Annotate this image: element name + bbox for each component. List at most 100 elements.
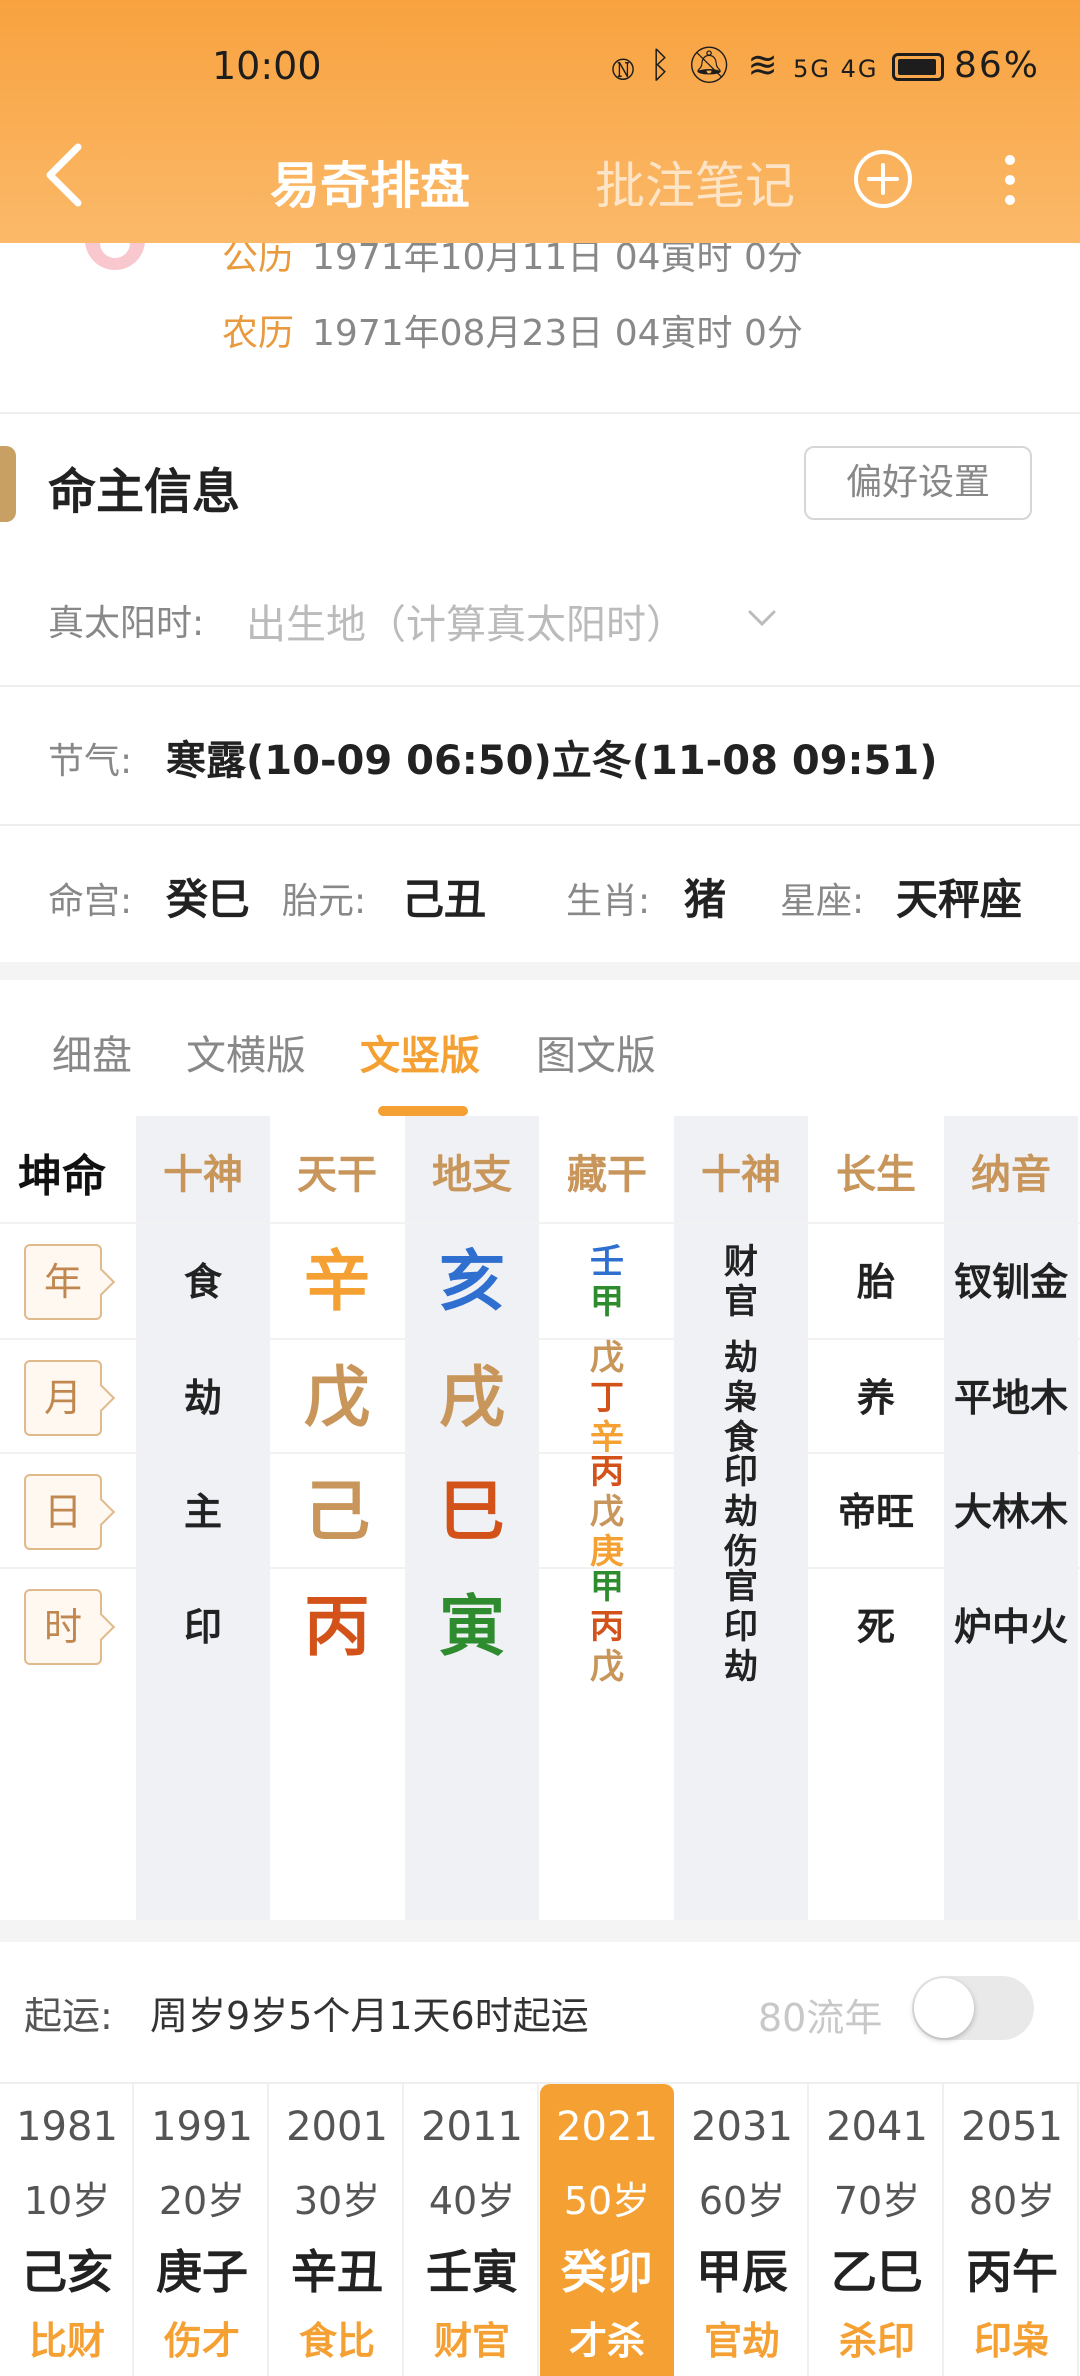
tab-3[interactable]: 图文版 bbox=[536, 1023, 656, 1081]
dayun-age: 80岁 bbox=[968, 2179, 1056, 2223]
dayun-year: 2051 bbox=[961, 2104, 1063, 2150]
status-icons: Ⓝ ᛒ 🔕︎ ≋ 5G 4G 86% bbox=[612, 44, 1040, 86]
dayun-year: 1991 bbox=[151, 2104, 253, 2150]
dayun-item[interactable]: 2021 50岁 癸卯 才杀 bbox=[540, 2084, 674, 2376]
taiyuan-label: 胎元: bbox=[282, 881, 367, 922]
dayun-year: 2041 bbox=[826, 2104, 928, 2150]
divider bbox=[0, 824, 1080, 826]
dayun-age: 70岁 bbox=[833, 2179, 921, 2223]
dayun-item[interactable]: 2041 70岁 乙巳 杀印 bbox=[810, 2084, 944, 2376]
back-arrow-icon[interactable] bbox=[36, 135, 96, 215]
changsheng-cell: 养 bbox=[856, 1375, 895, 1420]
divider bbox=[0, 412, 1080, 414]
changsheng-cell: 帝旺 bbox=[837, 1489, 914, 1534]
shishen-cell: 主 bbox=[183, 1489, 222, 1534]
tab-2[interactable]: 文竖版 bbox=[360, 1023, 480, 1081]
dayun-ganzhi: 甲辰 bbox=[696, 2245, 788, 2299]
changsheng-cell: 死 bbox=[856, 1604, 895, 1649]
dayun-shishen: 食比 bbox=[298, 2319, 375, 2363]
divider bbox=[0, 685, 1080, 687]
tiangan-cell: 丙 bbox=[304, 1587, 370, 1665]
dayun-shishen: 财官 bbox=[433, 2319, 510, 2363]
header-canggan: 藏干 bbox=[567, 1152, 647, 1198]
canggan-char: 戊 bbox=[590, 1491, 624, 1532]
dayun-age: 10岁 bbox=[23, 2179, 111, 2223]
chevron-down-icon[interactable] bbox=[742, 598, 782, 638]
bluetooth-icon: ᛒ bbox=[649, 45, 673, 86]
dayun-item[interactable]: 1991 20岁 庚子 伤才 bbox=[135, 2084, 269, 2376]
tiangan-cell: 己 bbox=[304, 1472, 370, 1550]
header-dizhi: 地支 bbox=[432, 1152, 512, 1198]
more-options-icon[interactable] bbox=[990, 150, 1030, 210]
minggong-label: 命宫: bbox=[48, 881, 133, 922]
dayun-age: 40岁 bbox=[428, 2179, 516, 2223]
shishen2-char: 劫 bbox=[724, 1491, 758, 1532]
dayun-age: 30岁 bbox=[293, 2179, 381, 2223]
canggan-char: 戊 bbox=[590, 1337, 624, 1378]
header-tiangan: 天干 bbox=[297, 1152, 377, 1198]
nayin-cell: 大林木 bbox=[953, 1489, 1068, 1534]
add-icon[interactable] bbox=[852, 148, 914, 210]
battery-level: 86% bbox=[953, 45, 1040, 86]
dayun-ganzhi: 癸卯 bbox=[561, 2245, 653, 2299]
taiyuan-value: 己丑 bbox=[402, 875, 487, 924]
shishen2-char: 伤 bbox=[724, 1531, 758, 1572]
nfc-icon: Ⓝ bbox=[612, 45, 636, 86]
shengxiao-value: 猪 bbox=[684, 875, 727, 924]
nayin-cell: 钗钏金 bbox=[953, 1259, 1068, 1304]
dayun-item[interactable]: 1981 10岁 己亥 比财 bbox=[0, 2084, 134, 2376]
canggan-char: 丁 bbox=[590, 1377, 624, 1418]
dayun-item[interactable]: 2011 40岁 壬寅 财官 bbox=[405, 2084, 539, 2376]
dayun-item[interactable]: 2051 80岁 丙午 印枭 bbox=[945, 2084, 1079, 2376]
signal-icon: 5G 4G bbox=[793, 55, 879, 83]
tiangan-cell: 辛 bbox=[304, 1242, 370, 1320]
canggan-char: 丙 bbox=[590, 1451, 624, 1492]
pillar-label: 日 bbox=[24, 1473, 102, 1550]
canggan-char: 戊 bbox=[590, 1646, 624, 1687]
active-tab-indicator bbox=[378, 1106, 468, 1116]
tab-0[interactable]: 细盘 bbox=[52, 1023, 132, 1081]
dayun-ganzhi: 辛丑 bbox=[291, 2245, 383, 2299]
lunar-label: 农历 bbox=[222, 313, 295, 354]
dizhi-cell: 亥 bbox=[439, 1242, 505, 1320]
tab-1[interactable]: 文横版 bbox=[186, 1023, 306, 1081]
dayun-year: 2001 bbox=[286, 2104, 388, 2150]
dayun-ganzhi: 壬寅 bbox=[426, 2245, 518, 2299]
shishen2-cell: 财官 bbox=[674, 1242, 808, 1322]
dizhi-cell: 寅 bbox=[439, 1587, 505, 1665]
shishen-cell: 印 bbox=[183, 1604, 222, 1649]
header-shishen2: 十神 bbox=[701, 1152, 781, 1198]
shishen2-char: 印 bbox=[724, 1606, 758, 1647]
dayun-item[interactable]: 2001 30岁辛丑食比 bbox=[270, 2084, 404, 2376]
shishen2-char: 官 bbox=[724, 1281, 758, 1322]
nayin-cell: 平地木 bbox=[953, 1375, 1068, 1420]
canggan-char: 甲 bbox=[590, 1281, 624, 1322]
dayun-shishen: 才杀 bbox=[568, 2319, 645, 2363]
dayun-ganzhi: 庚子 bbox=[156, 2245, 248, 2299]
canggan-cell: 甲丙戊 bbox=[540, 1567, 674, 1687]
lunar-value: 1971年08月23日 04寅时 0分 bbox=[312, 313, 803, 354]
gender-label: 坤命 bbox=[18, 1151, 106, 1202]
shishen2-char: 官 bbox=[724, 1566, 758, 1607]
dayun-ganzhi: 己亥 bbox=[21, 2245, 113, 2299]
shishen2-cell: 印劫伤 bbox=[674, 1452, 808, 1572]
birthplace-selector[interactable]: 出生地（计算真太阳时） bbox=[246, 592, 686, 650]
dayun-ganzhi: 乙巳 bbox=[831, 2245, 923, 2299]
canggan-char: 壬 bbox=[590, 1241, 624, 1282]
shishen2-char: 劫 bbox=[724, 1337, 758, 1378]
dayun-ganzhi: 丙午 bbox=[966, 2245, 1058, 2299]
header-shishen: 十神 bbox=[163, 1152, 243, 1198]
notes-button[interactable]: 批注笔记 bbox=[595, 146, 795, 218]
dayun-age: 20岁 bbox=[158, 2179, 246, 2223]
preference-settings-button[interactable]: 偏好设置 bbox=[804, 446, 1032, 520]
header-nayin: 纳音 bbox=[971, 1152, 1051, 1198]
pillar-label: 年 bbox=[24, 1243, 102, 1320]
section-title: 命主信息 bbox=[48, 464, 241, 520]
row-separator bbox=[0, 1222, 1080, 1224]
battery-icon bbox=[891, 53, 944, 81]
shishen2-char: 印 bbox=[724, 1451, 758, 1492]
mute-icon: 🔕︎ bbox=[686, 45, 735, 86]
shishen2-char: 枭 bbox=[724, 1377, 758, 1418]
liunian-toggle[interactable] bbox=[912, 1976, 1034, 2040]
dayun-item[interactable]: 2031 60岁 甲辰 官劫 bbox=[675, 2084, 809, 2376]
